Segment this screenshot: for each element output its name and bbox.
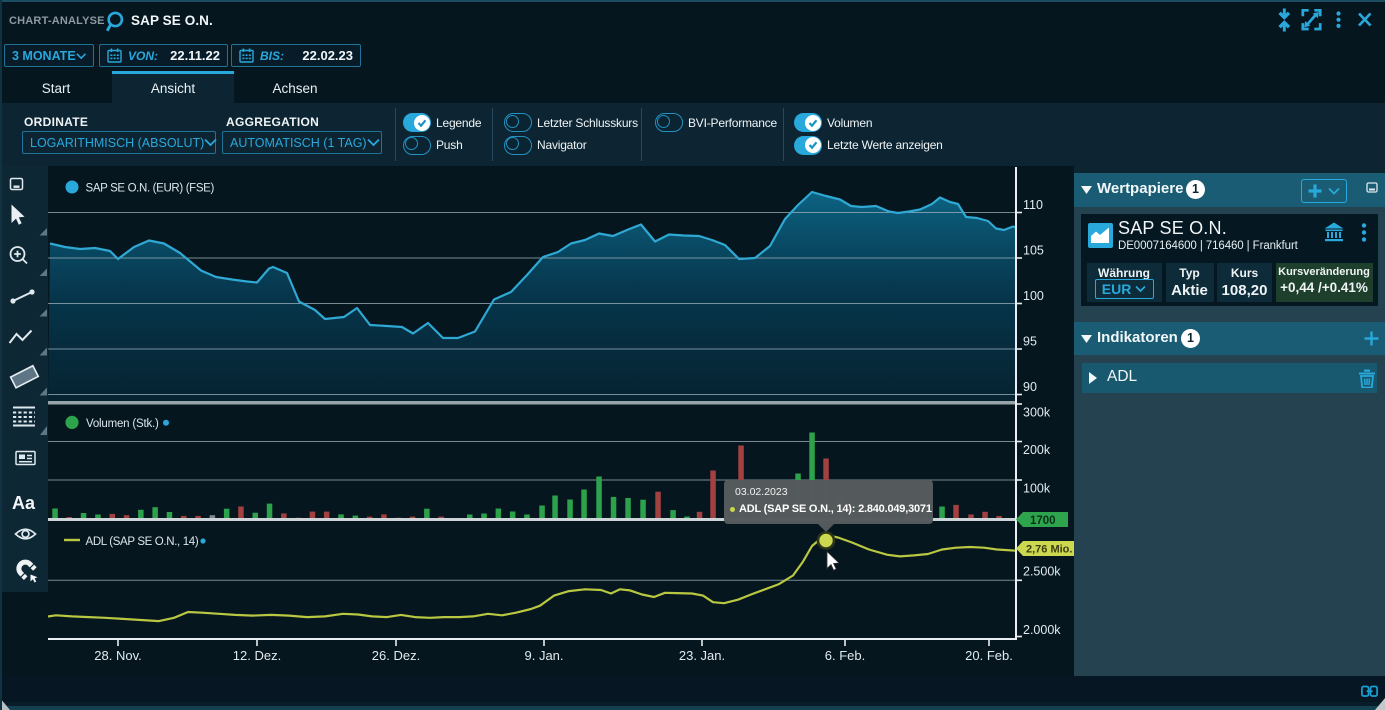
svg-text:1700: 1700 xyxy=(1030,515,1056,527)
svg-text:100: 100 xyxy=(1023,289,1044,303)
svg-text:95: 95 xyxy=(1023,335,1037,349)
svg-text:200k: 200k xyxy=(1023,443,1051,457)
svg-text:2.000k: 2.000k xyxy=(1023,623,1061,637)
svg-text:100k: 100k xyxy=(1023,482,1051,496)
svg-text:2,76 Mio.: 2,76 Mio. xyxy=(1026,544,1072,556)
svg-text:28. Nov.: 28. Nov. xyxy=(94,648,141,663)
svg-text:6. Feb.: 6. Feb. xyxy=(825,648,865,663)
svg-text:110: 110 xyxy=(1023,198,1043,212)
svg-text:Volumen (Stk.): Volumen (Stk.) xyxy=(86,418,159,430)
svg-text:23. Jan.: 23. Jan. xyxy=(679,648,725,663)
svg-text:26. Dez.: 26. Dez. xyxy=(372,648,420,663)
svg-text:90: 90 xyxy=(1023,380,1037,394)
svg-text:20. Feb.: 20. Feb. xyxy=(965,648,1013,663)
svg-text:ADL (SAP SE O.N., 14): ADL (SAP SE O.N., 14) xyxy=(86,536,199,548)
svg-text:105: 105 xyxy=(1023,244,1044,258)
svg-text:2.500k: 2.500k xyxy=(1023,565,1061,579)
svg-text:12. Dez.: 12. Dez. xyxy=(233,648,281,663)
svg-text:300k: 300k xyxy=(1023,406,1051,420)
svg-text:9. Jan.: 9. Jan. xyxy=(524,648,563,663)
svg-text:SAP SE O.N. (EUR) (FSE): SAP SE O.N. (EUR) (FSE) xyxy=(86,183,215,195)
